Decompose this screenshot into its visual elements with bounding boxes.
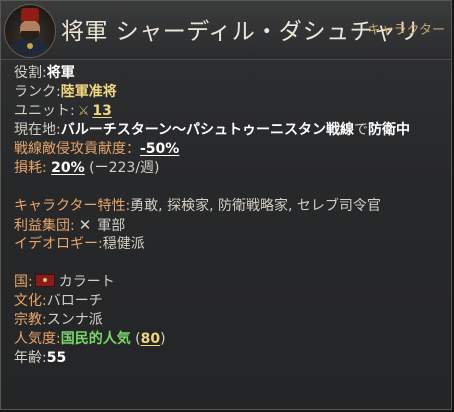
- character-tooltip: 将軍 シャーディル・ダシュチャリ キャラクター 役割:将軍 ランク:陸軍准将 ユ…: [0, 0, 452, 410]
- popularity-label: 人気度:: [14, 331, 61, 347]
- unit-row: ユニット: ⚔ 13: [14, 102, 445, 121]
- section-divider: [14, 178, 445, 197]
- character-name: 将軍 シャーディル・ダシュチャリ: [61, 19, 420, 45]
- portrait-fez: [21, 8, 39, 21]
- ideology-value[interactable]: 穏健派: [103, 236, 145, 252]
- portrait-beard: [21, 31, 39, 40]
- role-value: 将軍: [46, 65, 75, 81]
- unit-count-link[interactable]: 13: [92, 103, 111, 119]
- attrition-unit: /週): [135, 160, 160, 176]
- religion-row: 宗教:スンナ派: [14, 311, 445, 330]
- religion-label: 宗教:: [14, 312, 47, 328]
- location-row: 現在地:バルーチスターン〜パシュトゥーニスタン戦線で防衛中: [14, 121, 445, 140]
- unit-label: ユニット:: [14, 103, 75, 119]
- country-label: 国:: [14, 274, 33, 290]
- country-value[interactable]: カラート: [59, 274, 115, 290]
- traits-value[interactable]: 勇敢, 探検家, 防衛戦略家, セレブ司令官: [130, 198, 381, 214]
- ideology-row: イデオロギー:穏健派: [14, 235, 445, 254]
- tooltip-type-badge: キャラクター: [367, 23, 445, 38]
- age-row: 年齢:55: [14, 349, 445, 368]
- tooltip-body: 役割:将軍 ランク:陸軍准将 ユニット: ⚔ 13 現在地:バルーチスターン〜パシュ…: [14, 64, 445, 368]
- interest-group-value[interactable]: 軍部: [97, 218, 125, 234]
- contribution-row: 戦線敵侵攻貢献度：-50%: [14, 140, 445, 159]
- contribution-value[interactable]: -50%: [140, 141, 179, 157]
- tooltip-header: 将軍 シャーディル・ダシュチャリ キャラクター: [1, 1, 451, 60]
- attrition-row: 損耗: 20% (ー223/週): [14, 159, 445, 178]
- attrition-label: 損耗:: [14, 160, 47, 176]
- rank-label: ランク:: [14, 84, 61, 100]
- location-label: 現在地:: [14, 122, 61, 138]
- rank-row: ランク:陸軍准将: [14, 83, 445, 102]
- kalat-flag-icon: [34, 274, 55, 287]
- attrition-change: ー223: [94, 160, 136, 176]
- attrition-value[interactable]: 20%: [51, 160, 85, 176]
- age-value: 55: [46, 350, 67, 366]
- culture-value[interactable]: バローチ: [47, 293, 103, 309]
- interest-group-row: 利益集団: ✕ 軍部: [14, 216, 445, 235]
- traits-row: キャラクター特性:勇敢, 探検家, 防衛戦略家, セレブ司令官: [14, 197, 445, 216]
- popularity-value: 国民的人気: [60, 331, 131, 347]
- role-label: 役割:: [14, 65, 47, 81]
- location-status: 防衛中: [368, 122, 411, 138]
- culture-label: 文化:: [14, 293, 47, 309]
- age-label: 年齢:: [14, 350, 47, 366]
- crossed-swords-icon: ⚔: [77, 104, 90, 119]
- portrait-medal: [27, 43, 33, 49]
- location-connector: で: [354, 122, 369, 138]
- rank-value: 陸軍准将: [60, 84, 117, 100]
- crossed-swords-icon: ✕: [78, 216, 92, 234]
- role-row: 役割:将軍: [14, 64, 445, 83]
- traits-label: キャラクター特性:: [14, 198, 131, 214]
- character-portrait[interactable]: [4, 4, 56, 58]
- interest-group-label: 利益集団:: [14, 218, 75, 234]
- popularity-row: 人気度:国民的人気 (80): [14, 330, 445, 349]
- religion-value[interactable]: スンナ派: [47, 312, 103, 328]
- location-front-link[interactable]: バルーチスターン〜パシュトゥーニスタン戦線: [61, 122, 354, 138]
- popularity-close: ): [160, 331, 166, 347]
- popularity-score[interactable]: 80: [141, 331, 160, 347]
- culture-row: 文化:バローチ: [14, 292, 445, 311]
- ideology-label: イデオロギー:: [14, 236, 103, 252]
- contribution-label: 戦線敵侵攻貢献度：: [14, 141, 140, 157]
- country-row: 国: カラート: [14, 273, 445, 292]
- section-divider: [14, 254, 445, 273]
